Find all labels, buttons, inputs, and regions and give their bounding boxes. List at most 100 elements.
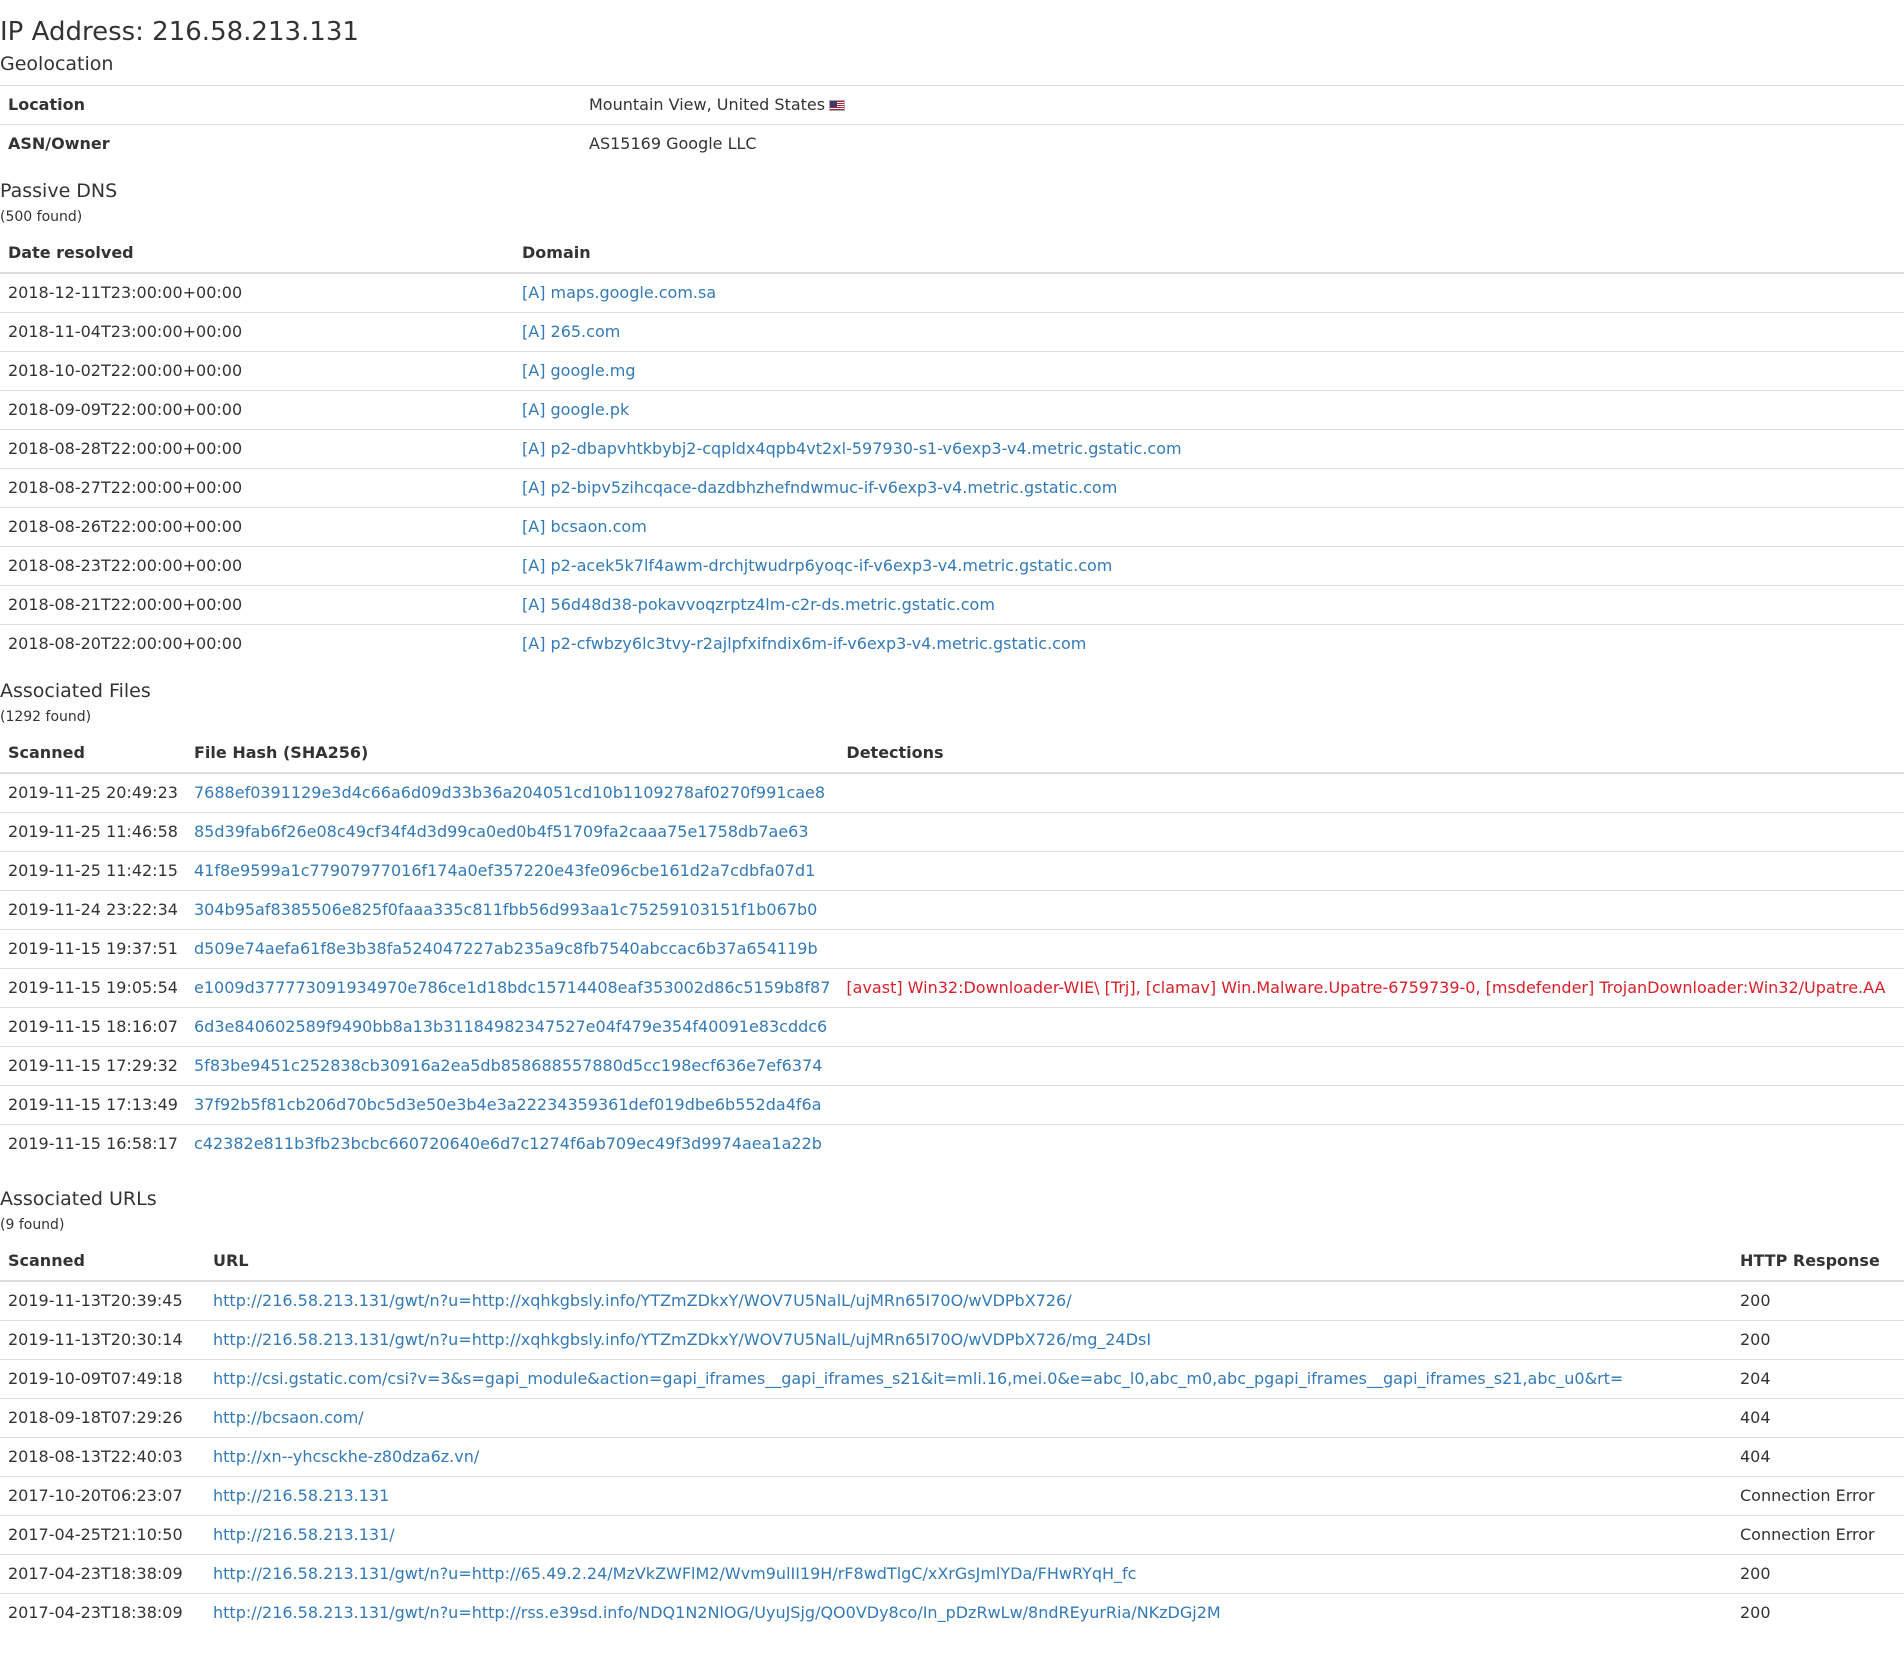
url-cell: http://csi.gstatic.com/csi?v=3&s=gapi_mo… (205, 1359, 1732, 1399)
table-header-row: Date resolved Domain (0, 234, 1904, 274)
file-hash-link[interactable]: 5f83be9451c252838cb30916a2ea5db858688557… (194, 1056, 822, 1075)
date-resolved-cell: 2018-08-21T22:00:00+00:00 (0, 585, 514, 625)
url-cell: http://216.58.213.131 (205, 1476, 1732, 1516)
url-link[interactable]: http://bcsaon.com/ (213, 1408, 364, 1427)
table-header-row: Scanned URL HTTP Response (0, 1242, 1904, 1282)
table-row: 2017-10-20T06:23:07 http://216.58.213.131… (0, 1476, 1904, 1516)
associated-files-count: (1292 found) (0, 709, 92, 725)
column-header-detections: Detections (838, 734, 1904, 774)
domain-cell: [A] google.pk (514, 390, 1904, 430)
domain-link[interactable]: [A] google.pk (522, 400, 629, 419)
scanned-cell: 2019-11-15 18:16:07 (0, 1007, 186, 1047)
detections-cell (838, 1085, 1904, 1125)
table-row: 2018-08-13T22:40:03 http://xn--yhcsckhe-z… (0, 1437, 1904, 1477)
url-cell: http://bcsaon.com/ (205, 1398, 1732, 1438)
domain-cell: [A] p2-dbapvhtkbybj2-cqpldx4qpb4vt2xl-59… (514, 429, 1904, 469)
url-link[interactable]: http://xn--yhcsckhe-z80dza6z.vn/ (213, 1447, 479, 1466)
domain-link[interactable]: [A] 56d48d38-pokavvoqzrptz4lm-c2r-ds.met… (522, 595, 995, 614)
file-hash-cell: 41f8e9599a1c77907977016f174a0ef357220e43… (186, 851, 839, 891)
domain-link[interactable]: [A] 265.com (522, 322, 620, 341)
table-row: 2018-11-04T23:00:00+00:00 [A] 265.com (0, 312, 1904, 352)
date-resolved-cell: 2018-11-04T23:00:00+00:00 (0, 312, 514, 352)
http-response-cell: 404 (1732, 1437, 1904, 1477)
table-row: 2019-11-15 19:05:54 e1009d377773091934970… (0, 968, 1904, 1008)
file-hash-link[interactable]: 37f92b5f81cb206d70bc5d3e50e3b4e3a2223435… (194, 1095, 821, 1114)
domain-link[interactable]: [A] maps.google.com.sa (522, 283, 716, 302)
url-cell: http://xn--yhcsckhe-z80dza6z.vn/ (205, 1437, 1732, 1477)
table-row: 2018-08-23T22:00:00+00:00 [A] p2-acek5k7l… (0, 546, 1904, 586)
date-resolved-cell: 2018-10-02T22:00:00+00:00 (0, 351, 514, 391)
scanned-cell: 2018-08-13T22:40:03 (0, 1437, 205, 1477)
domain-link[interactable]: [A] bcsaon.com (522, 517, 647, 536)
file-hash-link[interactable]: 304b95af8385506e825f0faaa335c811fbb56d99… (194, 900, 817, 919)
table-row: 2019-11-15 16:58:17 c42382e811b3fb23bcbc6… (0, 1124, 1904, 1163)
scanned-cell: 2017-04-25T21:10:50 (0, 1515, 205, 1555)
geolocation-table: Location Mountain View, United States AS… (0, 85, 1904, 163)
url-link[interactable]: http://216.58.213.131/gwt/n?u=http://xqh… (213, 1291, 1072, 1310)
http-response-cell: Connection Error (1732, 1476, 1904, 1516)
location-label: Location (0, 85, 581, 125)
detections-cell (838, 929, 1904, 969)
file-hash-link[interactable]: 7688ef0391129e3d4c66a6d09d33b36a204051cd… (194, 783, 825, 802)
detections-cell (838, 773, 1904, 813)
url-link[interactable]: http://216.58.213.131/ (213, 1525, 395, 1544)
table-row: 2019-10-09T07:49:18 http://csi.gstatic.co… (0, 1359, 1904, 1399)
domain-link[interactable]: [A] p2-cfwbzy6lc3tvy-r2ajlpfxifndix6m-if… (522, 634, 1086, 653)
scanned-cell: 2018-09-18T07:29:26 (0, 1398, 205, 1438)
table-row: 2018-09-18T07:29:26 http://bcsaon.com/404 (0, 1398, 1904, 1438)
url-cell: http://216.58.213.131/gwt/n?u=http://rss… (205, 1593, 1732, 1632)
scanned-cell: 2019-11-15 19:05:54 (0, 968, 186, 1008)
geo-row-location: Location Mountain View, United States (0, 85, 1904, 125)
table-row: 2019-11-15 19:37:51 d509e74aefa61f8e3b38f… (0, 929, 1904, 969)
domain-link[interactable]: [A] p2-bipv5zihcqace-dazdbhzhefndwmuc-if… (522, 478, 1117, 497)
geolocation-heading: Geolocation (0, 53, 114, 75)
file-hash-cell: e1009d377773091934970e786ce1d18bdc157144… (186, 968, 839, 1008)
location-value: Mountain View, United States (589, 95, 826, 114)
domain-link[interactable]: [A] p2-dbapvhtkbybj2-cqpldx4qpb4vt2xl-59… (522, 439, 1182, 458)
scanned-cell: 2017-04-23T18:38:09 (0, 1593, 205, 1632)
table-row: 2018-08-20T22:00:00+00:00 [A] p2-cfwbzy6l… (0, 624, 1904, 663)
table-row: 2019-11-13T20:30:14 http://216.58.213.131… (0, 1320, 1904, 1360)
scanned-cell: 2019-11-24 23:22:34 (0, 890, 186, 930)
file-hash-link[interactable]: e1009d377773091934970e786ce1d18bdc157144… (194, 978, 830, 997)
file-hash-cell: 5f83be9451c252838cb30916a2ea5db858688557… (186, 1046, 839, 1086)
scanned-cell: 2019-11-25 11:42:15 (0, 851, 186, 891)
file-hash-cell: d509e74aefa61f8e3b38fa524047227ab235a9c8… (186, 929, 839, 969)
file-hash-cell: 6d3e840602589f9490bb8a13b31184982347527e… (186, 1007, 839, 1047)
associated-urls-rows: 2019-11-13T20:39:45 http://216.58.213.131… (0, 1281, 1904, 1632)
url-link[interactable]: http://216.58.213.131/gwt/n?u=http://rss… (213, 1603, 1221, 1622)
table-row: 2018-08-28T22:00:00+00:00 [A] p2-dbapvhtk… (0, 429, 1904, 469)
date-resolved-cell: 2018-12-11T23:00:00+00:00 (8, 283, 243, 302)
scanned-cell: 2019-11-13T20:30:14 (0, 1320, 205, 1360)
file-hash-link[interactable]: d509e74aefa61f8e3b38fa524047227ab235a9c8… (194, 939, 818, 958)
passive-dns-heading: Passive DNS (0, 180, 118, 202)
file-hash-link[interactable]: 41f8e9599a1c77907977016f174a0ef357220e43… (194, 861, 815, 880)
url-link[interactable]: http://216.58.213.131/gwt/n?u=http://xqh… (213, 1330, 1151, 1349)
file-hash-cell: 37f92b5f81cb206d70bc5d3e50e3b4e3a2223435… (186, 1085, 839, 1125)
url-link[interactable]: http://216.58.213.131 (213, 1486, 389, 1505)
table-row: 2019-11-24 23:22:34 304b95af8385506e825f0… (0, 890, 1904, 930)
associated-urls-heading: Associated URLs (0, 1188, 157, 1210)
detections-cell: [avast] Win32:Downloader-WIE\ [Trj], [cl… (838, 968, 1904, 1008)
date-resolved-cell: 2018-09-09T22:00:00+00:00 (0, 390, 514, 430)
http-response-cell: 200 (1732, 1320, 1904, 1360)
file-hash-link[interactable]: 85d39fab6f26e08c49cf34f4d3d99ca0ed0b4f51… (194, 822, 809, 841)
table-row: 2019-11-15 17:13:49 37f92b5f81cb206d70bc5… (0, 1085, 1904, 1125)
location-value-cell: Mountain View, United States (581, 85, 1904, 125)
url-link[interactable]: http://216.58.213.131/gwt/n?u=http://65.… (213, 1564, 1136, 1583)
file-hash-cell: 304b95af8385506e825f0faaa335c811fbb56d99… (186, 890, 839, 930)
detections-cell (838, 1046, 1904, 1086)
domain-link[interactable]: [A] p2-acek5k7lf4awm-drchjtwudrp6yoqc-if… (522, 556, 1112, 575)
url-cell: http://216.58.213.131/gwt/n?u=http://xqh… (205, 1320, 1732, 1360)
url-link[interactable]: http://csi.gstatic.com/csi?v=3&s=gapi_mo… (213, 1369, 1623, 1388)
date-resolved-cell: 2018-08-27T22:00:00+00:00 (0, 468, 514, 508)
domain-link[interactable]: [A] google.mg (522, 361, 636, 380)
file-hash-link[interactable]: c42382e811b3fb23bcbc660720640e6d7c1274f6… (194, 1134, 822, 1153)
passive-dns-count: (500 found) (0, 209, 83, 225)
scanned-cell: 2019-11-13T20:39:45 (8, 1291, 183, 1310)
table-row: 2018-08-26T22:00:00+00:00 [A] bcsaon.com (0, 507, 1904, 547)
scanned-cell: 2019-11-25 20:49:23 (8, 783, 178, 802)
file-hash-link[interactable]: 6d3e840602589f9490bb8a13b31184982347527e… (194, 1017, 827, 1036)
date-resolved-cell: 2018-08-26T22:00:00+00:00 (0, 507, 514, 547)
table-row: 2019-11-25 11:46:58 85d39fab6f26e08c49cf3… (0, 812, 1904, 852)
